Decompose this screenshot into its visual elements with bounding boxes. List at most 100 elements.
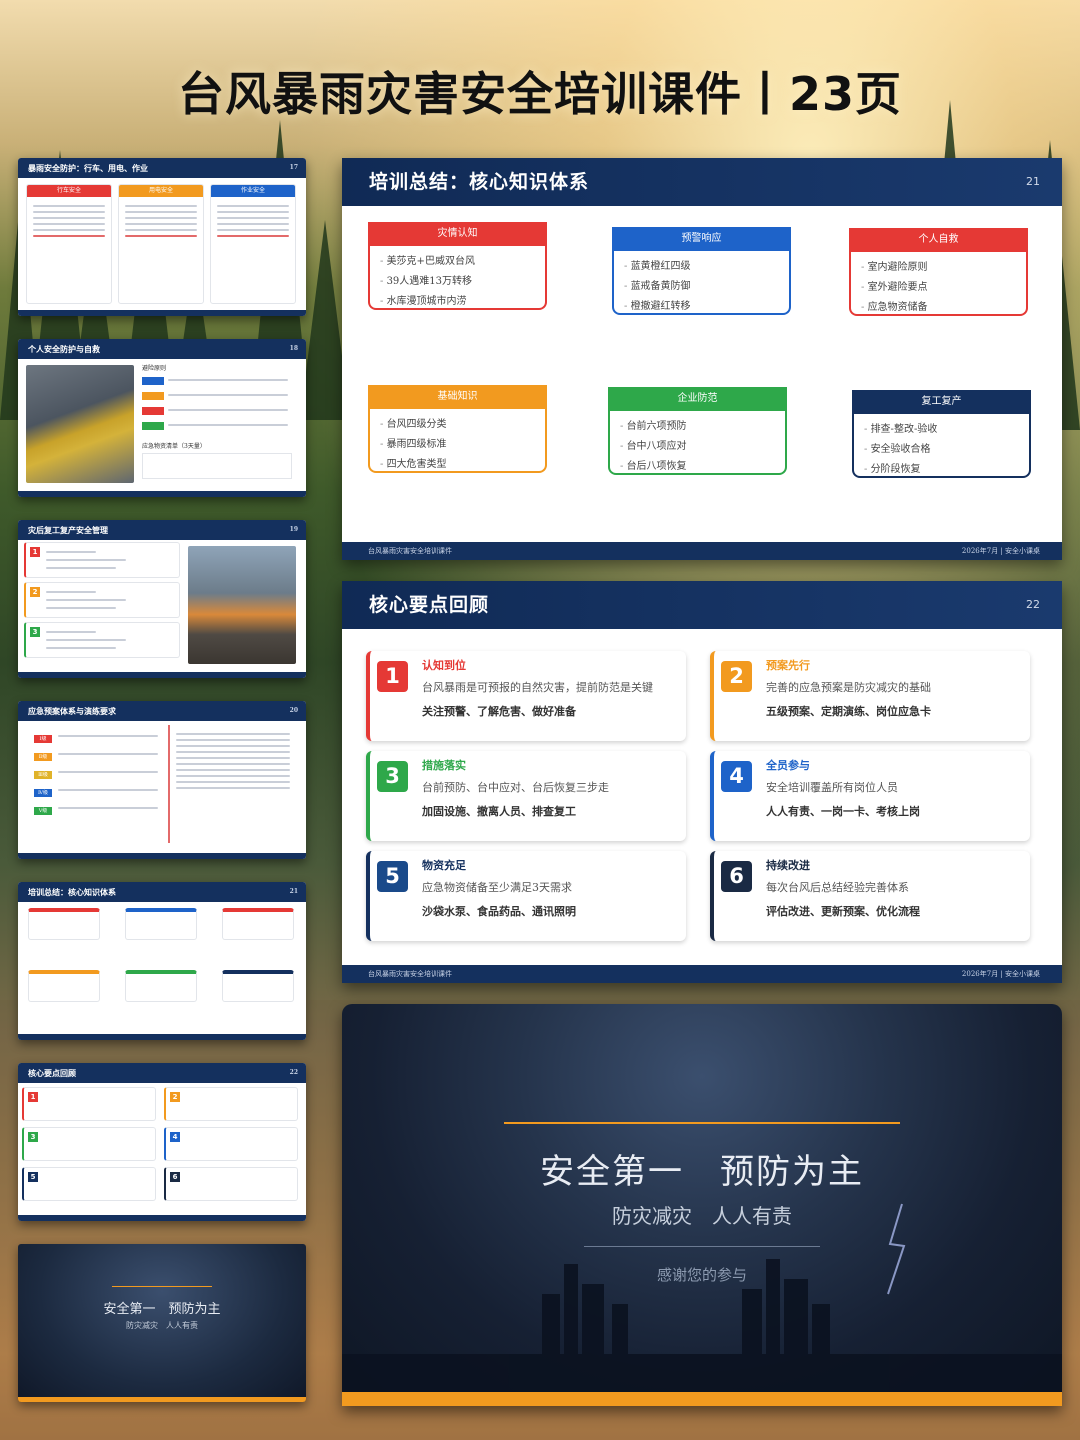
thumbnail-col-header: 用电安全 [119,185,203,197]
footer-right-text: 2026年7月 | 安全小课桌 [961,547,1040,555]
knowledge-item: 分阶段恢复 [864,460,1019,480]
review-number: 4 [721,761,752,792]
review-title: 预案先行 [766,659,810,672]
review-card: 2 预案先行 完善的应急预案是防灾减灾的基础 五级预案、定期演练、岗位应急卡 [710,651,1030,741]
review-desc: 安全培训覆盖所有岗位人员 [766,781,898,794]
slide-footer: 台风暴雨灾害安全培训课件 2026年7月 | 安全小课桌 [342,965,1062,983]
knowledge-item: 台后八项恢复 [620,457,775,477]
slide-title: 培训总结：核心知识体系 [369,171,590,193]
recovery-photo [188,546,296,664]
knowledge-item: 四大危害类型 [380,455,535,475]
knowledge-card: 基础知识 台风四级分类暴雨四级标准四大危害类型 [368,385,547,473]
review-number: 6 [721,861,752,892]
knowledge-item: 应急物资储备 [861,298,1016,318]
review-card: 5 物资充足 应急物资储备至少满足3天需求 沙袋水泵、食品药品、通讯照明 [366,851,686,941]
review-desc: 台前预防、台中应对、台后恢复三步走 [422,781,609,794]
review-key: 五级预案、定期演练、岗位应急卡 [766,705,931,718]
knowledge-item: 台风四级分类 [380,415,535,435]
knowledge-item: 台中八项应对 [620,437,775,457]
knowledge-card: 个人自救 室内避险原则室外避险要点应急物资储备 [849,228,1028,316]
thumbnail-slide-summary[interactable]: 培训总结：核心知识体系 21 [18,882,306,1040]
thumbnail-title: 培训总结：核心知识体系 [28,887,116,897]
knowledge-item: 水库漫顶城市内涝 [380,292,535,312]
thumbnail-slide-recovery[interactable]: 灾后复工复产安全管理 19 1 2 3 [18,520,306,678]
knowledge-card: 企业防范 台前六项预防台中八项应对台后八项恢复 [608,387,787,475]
level-badge: Ⅲ级 [34,771,52,779]
level-badge: Ⅰ级 [34,735,52,743]
review-key: 人人有责、一岗一卡、考核上岗 [766,805,920,818]
knowledge-item: 排查-整改-验收 [864,420,1019,440]
thumbnail-closing-line1: 安全第一 预防为主 [103,1302,221,1317]
knowledge-item: 室内避险原则 [861,258,1016,278]
knowledge-item: 美莎克+巴威双台风 [380,252,535,272]
review-desc: 完善的应急预案是防灾减灾的基础 [766,681,931,694]
review-key: 沙袋水泵、食品药品、通讯照明 [422,905,576,918]
thumbnail-subtitle: 应急物资清单（3天量） [142,443,206,450]
slide-footer: 台风暴雨灾害安全培训课件 2026年7月 | 安全小课桌 [342,542,1062,560]
slide-page-number: 22 [1026,598,1040,611]
slide-title: 核心要点回顾 [369,594,490,616]
knowledge-card-header: 基础知识 [368,385,547,409]
knowledge-card-header: 复工复产 [852,390,1031,414]
thumbnail-title: 核心要点回顾 [28,1068,76,1078]
thumbnail-title: 个人安全防护与自救 [28,344,100,354]
review-title: 认知到位 [422,659,466,672]
page-title: 台风暴雨灾害安全培训课件丨23页 [177,67,902,121]
closing-line-2: 防灾减灾 人人有责 [612,1204,792,1228]
review-number: 1 [377,661,408,692]
review-card: 3 措施落实 台前预防、台中应对、台后恢复三步走 加固设施、撤离人员、排查复工 [366,751,686,841]
level-badge: Ⅳ级 [34,789,52,797]
review-card: 6 持续改进 每次台风后总结经验完善体系 评估改进、更新预案、优化流程 [710,851,1030,941]
review-desc: 台风暴雨是可预报的自然灾害，提前防范是关键 [422,681,653,694]
thumbnail-slide-closing[interactable]: 安全第一 预防为主 防灾减灾 人人有责 [18,1244,306,1402]
thumbnail-col-header: 作业安全 [211,185,295,197]
thumbnail-closing-line2: 防灾减灾 人人有责 [126,1321,198,1330]
knowledge-item: 39人遇难13万转移 [380,272,535,292]
closing-line-3: 感谢您的参与 [656,1266,747,1284]
review-key: 加固设施、撤离人员、排查复工 [422,805,576,818]
review-number: 5 [377,861,408,892]
footer-left-text: 台风暴雨灾害安全培训课件 [368,970,452,978]
review-title: 措施落实 [422,759,466,772]
knowledge-item: 室外避险要点 [861,278,1016,298]
knowledge-item: 橙撤避红转移 [624,297,779,317]
thumbnail-title: 灾后复工复产安全管理 [28,525,108,535]
footer-right-text: 2026年7月 | 安全小课桌 [961,970,1040,978]
thumbnail-slide-personal-safety[interactable]: 个人安全防护与自救 18 避险原则 应急物资清单（3天量） [18,339,306,497]
level-badge: Ⅴ级 [34,807,52,815]
review-desc: 每次台风后总结经验完善体系 [766,881,909,894]
review-card: 4 全员参与 安全培训覆盖所有岗位人员 人人有责、一岗一卡、考核上岗 [710,751,1030,841]
review-number: 2 [721,661,752,692]
slide-review[interactable]: 核心要点回顾 22 1 认知到位 台风暴雨是可预报的自然灾害，提前防范是关键 关注… [342,581,1062,983]
thumbnail-title: 应急预案体系与演练要求 [28,706,116,716]
thumbnail-slide-review[interactable]: 核心要点回顾 22 1 2 3 4 5 6 [18,1063,306,1221]
rescue-photo [26,365,134,483]
thumbnail-slide-emergency-plan[interactable]: 应急预案体系与演练要求 20 Ⅰ级 Ⅱ级 Ⅲ级 Ⅳ级 Ⅴ级 [18,701,306,859]
knowledge-card: 灾情认知 美莎克+巴威双台风39人遇难13万转移水库漫顶城市内涝 [368,222,547,310]
level-badge: Ⅱ级 [34,753,52,761]
knowledge-item: 蓝黄橙红四级 [624,257,779,277]
slide-summary[interactable]: 培训总结：核心知识体系 21 灾情认知 美莎克+巴威双台风39人遇难13万转移水库… [342,158,1062,560]
review-title: 物资充足 [422,859,466,872]
slide-page-number: 21 [1026,175,1040,188]
footer-left-text: 台风暴雨灾害安全培训课件 [368,547,452,555]
thumbnail-slide-storm-safety[interactable]: 暴雨安全防护：行车、用电、作业 17 行车安全 用电安全 作业安全 [18,158,306,316]
knowledge-card-header: 灾情认知 [368,222,547,246]
knowledge-item: 安全验收合格 [864,440,1019,460]
closing-line-1: 安全第一 预防为主 [540,1152,864,1192]
knowledge-card-header: 个人自救 [849,228,1028,252]
review-title: 全员参与 [766,759,810,772]
review-key: 关注预警、了解危害、做好准备 [422,705,576,718]
thumbnail-subtitle: 避险原则 [142,365,167,372]
knowledge-item: 台前六项预防 [620,417,775,437]
review-desc: 应急物资储备至少满足3天需求 [422,881,572,894]
knowledge-card-header: 预警响应 [612,227,791,251]
review-key: 评估改进、更新预案、优化流程 [766,905,920,918]
slide-closing[interactable]: 安全第一 预防为主 防灾减灾 人人有责 感谢您的参与 [342,1004,1062,1406]
review-number: 3 [377,761,408,792]
knowledge-item: 蓝戒备黄防御 [624,277,779,297]
closing-bottom-bar [342,1392,1062,1406]
thumbnail-col-header: 行车安全 [27,185,111,197]
knowledge-card-header: 企业防范 [608,387,787,411]
thumbnail-title: 暴雨安全防护：行车、用电、作业 [28,163,148,173]
